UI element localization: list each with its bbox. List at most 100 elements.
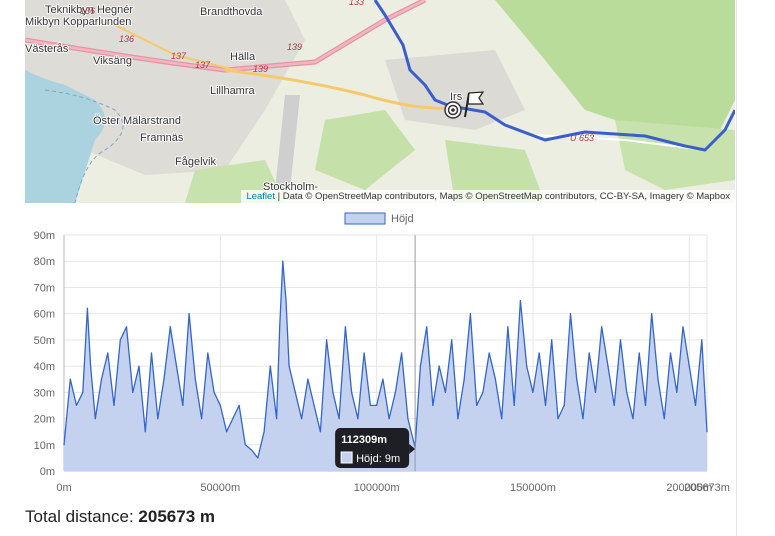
data-point xyxy=(86,307,88,309)
svg-text:137: 137 xyxy=(171,51,187,61)
data-point xyxy=(226,431,228,433)
data-point xyxy=(301,418,303,420)
legend-swatch xyxy=(344,212,386,225)
elevation-chart[interactable]: Höjd 0m 10m 20m 30m 40m 50m 60m 70m 80m 90m 0m 5000… xyxy=(25,205,740,505)
svg-text:139: 139 xyxy=(287,42,302,52)
data-point xyxy=(285,300,287,302)
data-point xyxy=(669,352,672,354)
y-tick-label: 90m xyxy=(34,230,55,242)
data-point xyxy=(307,378,309,380)
data-point xyxy=(132,391,134,393)
data-point xyxy=(644,404,647,406)
data-point xyxy=(494,378,496,380)
data-point xyxy=(388,418,390,420)
data-point xyxy=(706,431,708,433)
y-tick-label: 0m xyxy=(40,466,55,478)
data-point xyxy=(457,418,459,420)
data-point xyxy=(188,313,190,315)
data-point xyxy=(694,404,697,406)
data-point xyxy=(75,404,78,406)
data-point xyxy=(276,418,278,420)
data-point xyxy=(69,378,71,380)
data-point xyxy=(444,391,446,393)
x-tick-label: 150000m xyxy=(510,482,556,494)
data-point xyxy=(82,391,84,393)
data-point xyxy=(426,326,428,328)
data-point xyxy=(119,339,121,341)
data-point xyxy=(282,260,284,262)
data-point xyxy=(476,404,478,406)
data-point xyxy=(213,391,215,393)
data-point xyxy=(501,418,503,420)
data-point xyxy=(338,418,340,420)
data-point xyxy=(469,313,471,315)
data-point xyxy=(432,404,434,406)
data-point xyxy=(294,391,296,393)
x-tick-label: 100000m xyxy=(354,482,400,494)
data-point xyxy=(538,352,540,354)
data-point xyxy=(288,365,290,367)
data-point xyxy=(113,404,115,406)
data-point xyxy=(582,418,584,420)
data-point xyxy=(532,391,534,393)
data-point xyxy=(251,449,253,451)
data-point xyxy=(601,326,603,328)
data-point xyxy=(175,365,178,367)
data-point xyxy=(257,457,259,459)
data-point xyxy=(150,352,153,354)
y-tick-label: 70m xyxy=(34,282,55,294)
y-tick-label: 80m xyxy=(34,256,55,268)
data-point xyxy=(513,404,515,406)
data-point xyxy=(182,404,184,406)
route-map[interactable]: Teknikbyn Hegnér Mikbyn Kopparlunden Väs… xyxy=(25,0,735,203)
data-point xyxy=(401,352,403,354)
data-point xyxy=(263,431,265,433)
data-point xyxy=(451,339,453,341)
data-point xyxy=(144,431,146,433)
data-point xyxy=(357,418,359,420)
data-point xyxy=(632,418,634,420)
data-point xyxy=(657,378,659,380)
total-distance: Total distance: 205673 m xyxy=(25,507,215,527)
data-point xyxy=(201,418,203,420)
data-point xyxy=(594,391,597,393)
x-tick-label: 205673m xyxy=(684,482,730,494)
data-point xyxy=(363,352,365,354)
target-marker-icon[interactable] xyxy=(444,101,462,119)
x-tick-label: 0m xyxy=(56,482,71,494)
data-point xyxy=(125,326,128,328)
data-point xyxy=(507,326,509,328)
data-point xyxy=(163,378,165,380)
data-point xyxy=(157,418,159,420)
data-point xyxy=(607,365,609,367)
svg-text:Västerås: Västerås xyxy=(25,43,69,55)
data-point xyxy=(100,378,103,380)
tooltip-label: Höjd: 9m xyxy=(356,453,400,465)
data-point xyxy=(244,444,246,446)
data-point xyxy=(107,352,109,354)
data-point xyxy=(394,391,396,393)
data-point xyxy=(419,365,421,367)
leaflet-link[interactable]: Leaflet xyxy=(246,191,275,202)
data-point xyxy=(351,391,353,393)
chart-svg: Höjd 0m 10m 20m 30m 40m 50m 60m 70m 80m 90m 0m 5000… xyxy=(34,212,730,494)
total-distance-value: 205673 m xyxy=(138,507,215,526)
data-point xyxy=(682,326,684,328)
data-point xyxy=(90,365,92,367)
data-point xyxy=(369,404,371,406)
data-point xyxy=(332,391,334,393)
data-point xyxy=(438,365,440,367)
data-point xyxy=(488,352,490,354)
svg-text:Framnäs: Framnäs xyxy=(140,132,184,144)
data-point xyxy=(313,404,315,406)
tooltip-title: 112309m xyxy=(341,434,387,446)
data-point xyxy=(626,391,628,393)
data-point xyxy=(326,339,328,341)
data-point xyxy=(319,431,321,433)
chart-legend[interactable]: Höjd xyxy=(344,212,414,225)
svg-text:139: 139 xyxy=(253,64,268,74)
svg-text:Lillhamra: Lillhamra xyxy=(210,85,256,97)
x-tick-label: 50000m xyxy=(200,482,240,494)
data-point xyxy=(651,313,653,315)
attribution-text: | Data © OpenStreetMap contributors, Map… xyxy=(274,191,730,202)
